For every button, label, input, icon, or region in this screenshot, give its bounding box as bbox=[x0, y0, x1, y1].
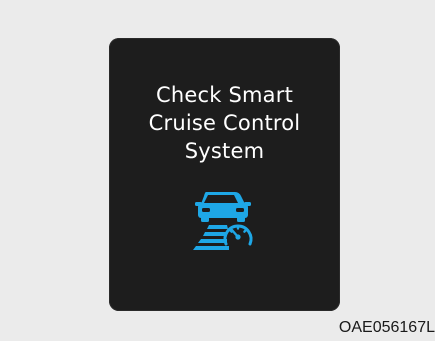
warning-display-panel: Check Smart Cruise Control System bbox=[109, 38, 340, 311]
message-line-3: System bbox=[184, 139, 265, 163]
message-line-2: Cruise Control bbox=[148, 111, 301, 135]
warning-message: Check Smart Cruise Control System bbox=[109, 81, 340, 165]
image-reference-code: OAE056167L bbox=[338, 319, 435, 336]
message-line-1: Check Smart bbox=[156, 83, 293, 107]
smart-cruise-control-warning-icon bbox=[193, 192, 253, 250]
